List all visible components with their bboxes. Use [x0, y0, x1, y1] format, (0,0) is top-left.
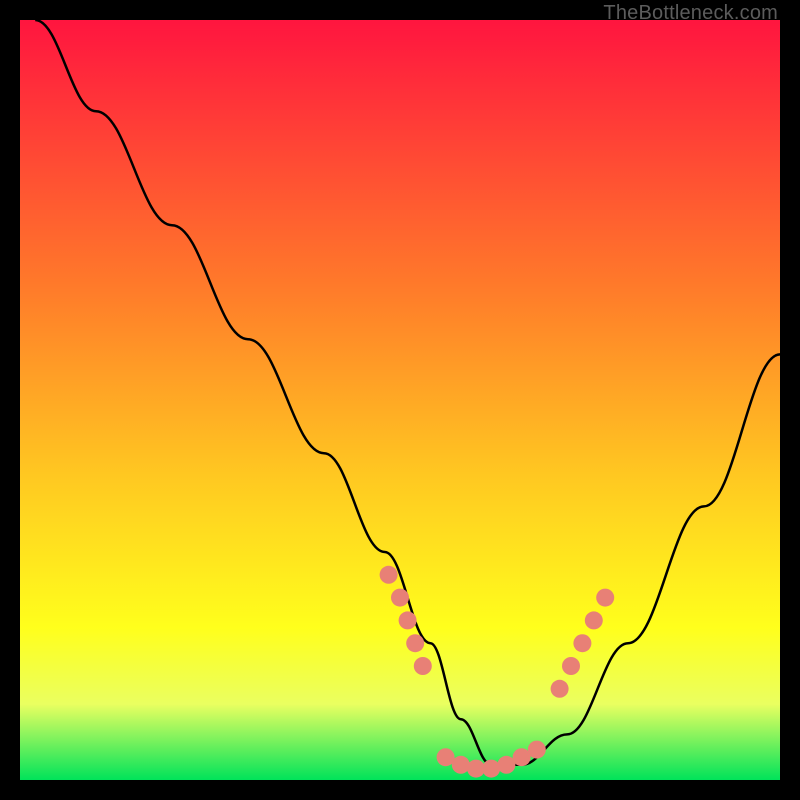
data-dot — [573, 634, 591, 652]
data-dot — [391, 589, 409, 607]
data-dot — [452, 756, 470, 774]
data-dot — [482, 760, 500, 778]
data-dot — [596, 589, 614, 607]
chart-svg — [20, 20, 780, 780]
data-dot — [399, 611, 417, 629]
data-dot — [380, 566, 398, 584]
data-dot — [551, 680, 569, 698]
data-dot — [406, 634, 424, 652]
data-dot — [528, 741, 546, 759]
data-dot — [562, 657, 580, 675]
chart-plot-area — [20, 20, 780, 780]
data-dot — [414, 657, 432, 675]
data-dot — [585, 611, 603, 629]
gradient-background — [20, 20, 780, 780]
